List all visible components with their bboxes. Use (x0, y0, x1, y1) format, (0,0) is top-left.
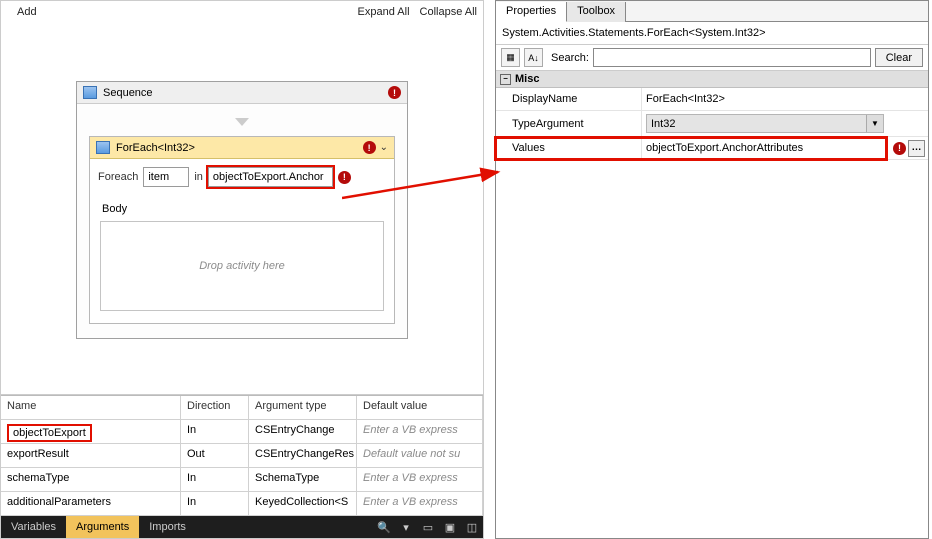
cell-default[interactable]: Default value not su (357, 444, 483, 468)
cell-direction[interactable]: In (181, 468, 249, 492)
categorized-icon[interactable]: ▦ (501, 48, 520, 67)
dropdown-text: Int32 (651, 118, 675, 130)
prop-displayname[interactable]: DisplayName ForEach<Int32> (496, 88, 928, 111)
table-row[interactable]: schemaTypeInSchemaTypeEnter a VB express (1, 468, 483, 492)
table-row[interactable]: exportResultOutCSEntryChangeResDefault v… (1, 444, 483, 468)
overview-icon[interactable]: ▭ (417, 516, 439, 538)
bottom-tab-bar: Variables Arguments Imports 🔍 ▾ ▭ ▣ ◫ (1, 516, 483, 538)
category-misc[interactable]: − Misc (496, 71, 928, 88)
designer-panel: Add Expand All Collapse All Sequence ! F… (0, 0, 484, 539)
selected-type-label: System.Activities.Statements.ForEach<Sys… (496, 22, 928, 44)
body-label: Body (102, 203, 382, 215)
error-icon[interactable]: ! (363, 141, 376, 154)
tab-properties[interactable]: Properties (496, 2, 567, 22)
cell-direction[interactable]: In (181, 492, 249, 516)
col-name[interactable]: Name (1, 396, 181, 420)
search-label: Search: (551, 52, 589, 64)
zoom-dropdown[interactable]: ▾ (395, 516, 417, 538)
prop-name: DisplayName (496, 90, 641, 108)
chevron-down-icon[interactable]: ⌄ (380, 142, 388, 153)
drop-hint: Drop activity here (199, 260, 285, 272)
search-input[interactable] (593, 48, 871, 67)
error-icon[interactable]: ! (388, 86, 401, 99)
activity-sequence[interactable]: Sequence ! ForEach<Int32> ! ⌄ Foreach it… (76, 81, 408, 339)
sequence-header[interactable]: Sequence ! (77, 82, 407, 104)
foreach-icon (96, 141, 110, 154)
col-argtype[interactable]: Argument type (249, 396, 357, 420)
sort-az-icon[interactable]: A↓ (524, 48, 543, 67)
col-default[interactable]: Default value (357, 396, 483, 420)
col-direction[interactable]: Direction (181, 396, 249, 420)
cell-name[interactable]: objectToExport (1, 420, 181, 444)
cell-default[interactable]: Enter a VB express (357, 492, 483, 516)
drop-indicator-icon (235, 118, 249, 126)
foreach-body: Body Drop activity here (90, 193, 394, 323)
body-drop-zone[interactable]: Drop activity here (100, 221, 384, 311)
foreach-label: Foreach (98, 171, 138, 183)
category-label: Misc (515, 73, 539, 85)
prop-value[interactable]: ForEach<Int32> (641, 88, 888, 110)
clear-button[interactable]: Clear (875, 48, 923, 67)
chevron-down-icon[interactable]: ▼ (866, 115, 883, 132)
cell-direction[interactable]: Out (181, 444, 249, 468)
minimap-icon[interactable]: ◫ (461, 516, 483, 538)
cell-type[interactable]: CSEntryChange (249, 420, 357, 444)
error-icon[interactable]: ! (893, 142, 906, 155)
tab-arguments[interactable]: Arguments (66, 516, 139, 538)
ellipsis-button[interactable]: … (908, 140, 925, 157)
cell-type[interactable]: SchemaType (249, 468, 357, 492)
arguments-grid: Name Direction Argument type Default val… (1, 395, 483, 516)
search-icon[interactable]: 🔍 (373, 516, 395, 538)
in-label: in (194, 171, 203, 183)
table-row[interactable]: objectToExportInCSEntryChangeEnter a VB … (1, 420, 483, 444)
tab-variables[interactable]: Variables (1, 516, 66, 538)
prop-typeargument[interactable]: TypeArgument Int32 ▼ (496, 111, 928, 137)
values-input[interactable]: objectToExport.Anchor (208, 167, 333, 187)
tab-toolbox[interactable]: Toolbox (567, 2, 626, 22)
foreach-args-row: Foreach item in objectToExport.Anchor ! (90, 159, 394, 193)
fit-icon[interactable]: ▣ (439, 516, 461, 538)
designer-surface[interactable]: Sequence ! ForEach<Int32> ! ⌄ Foreach it… (1, 23, 483, 395)
foreach-title: ForEach<Int32> (116, 142, 363, 154)
sequence-title: Sequence (103, 87, 388, 99)
prop-name: Values (496, 139, 641, 157)
table-row[interactable]: additionalParametersInKeyedCollection<SE… (1, 492, 483, 516)
collapse-all-button[interactable]: Collapse All (420, 6, 477, 18)
sequence-icon (83, 86, 97, 99)
designer-toolbar: Add Expand All Collapse All (1, 1, 483, 23)
cell-direction[interactable]: In (181, 420, 249, 444)
add-button[interactable]: Add (17, 6, 37, 18)
cell-name[interactable]: schemaType (1, 468, 181, 492)
expand-all-button[interactable]: Expand All (358, 6, 410, 18)
cell-default[interactable]: Enter a VB express (357, 468, 483, 492)
cell-type[interactable]: CSEntryChangeRes (249, 444, 357, 468)
prop-value[interactable]: objectToExport.AnchorAttributes (641, 137, 888, 159)
tab-imports[interactable]: Imports (139, 516, 196, 538)
item-input[interactable]: item (143, 167, 189, 187)
prop-value[interactable]: Int32 ▼ (641, 111, 888, 136)
collapse-toggle-icon[interactable]: − (500, 74, 511, 85)
foreach-header[interactable]: ForEach<Int32> ! ⌄ (90, 137, 394, 159)
cell-type[interactable]: KeyedCollection<S (249, 492, 357, 516)
properties-panel: Properties Toolbox System.Activities.Sta… (495, 0, 929, 539)
cell-default[interactable]: Enter a VB express (357, 420, 483, 444)
sequence-body: ForEach<Int32> ! ⌄ Foreach item in objec… (77, 104, 407, 338)
activity-foreach[interactable]: ForEach<Int32> ! ⌄ Foreach item in objec… (89, 136, 395, 324)
properties-toolbar: ▦ A↓ Search: Clear (496, 44, 928, 71)
prop-values[interactable]: Values objectToExport.AnchorAttributes !… (496, 137, 928, 160)
right-tabs: Properties Toolbox (496, 1, 928, 22)
cell-name[interactable]: additionalParameters (1, 492, 181, 516)
prop-name: TypeArgument (496, 115, 641, 133)
grid-header-row: Name Direction Argument type Default val… (1, 396, 483, 420)
error-icon[interactable]: ! (338, 171, 351, 184)
cell-name[interactable]: exportResult (1, 444, 181, 468)
